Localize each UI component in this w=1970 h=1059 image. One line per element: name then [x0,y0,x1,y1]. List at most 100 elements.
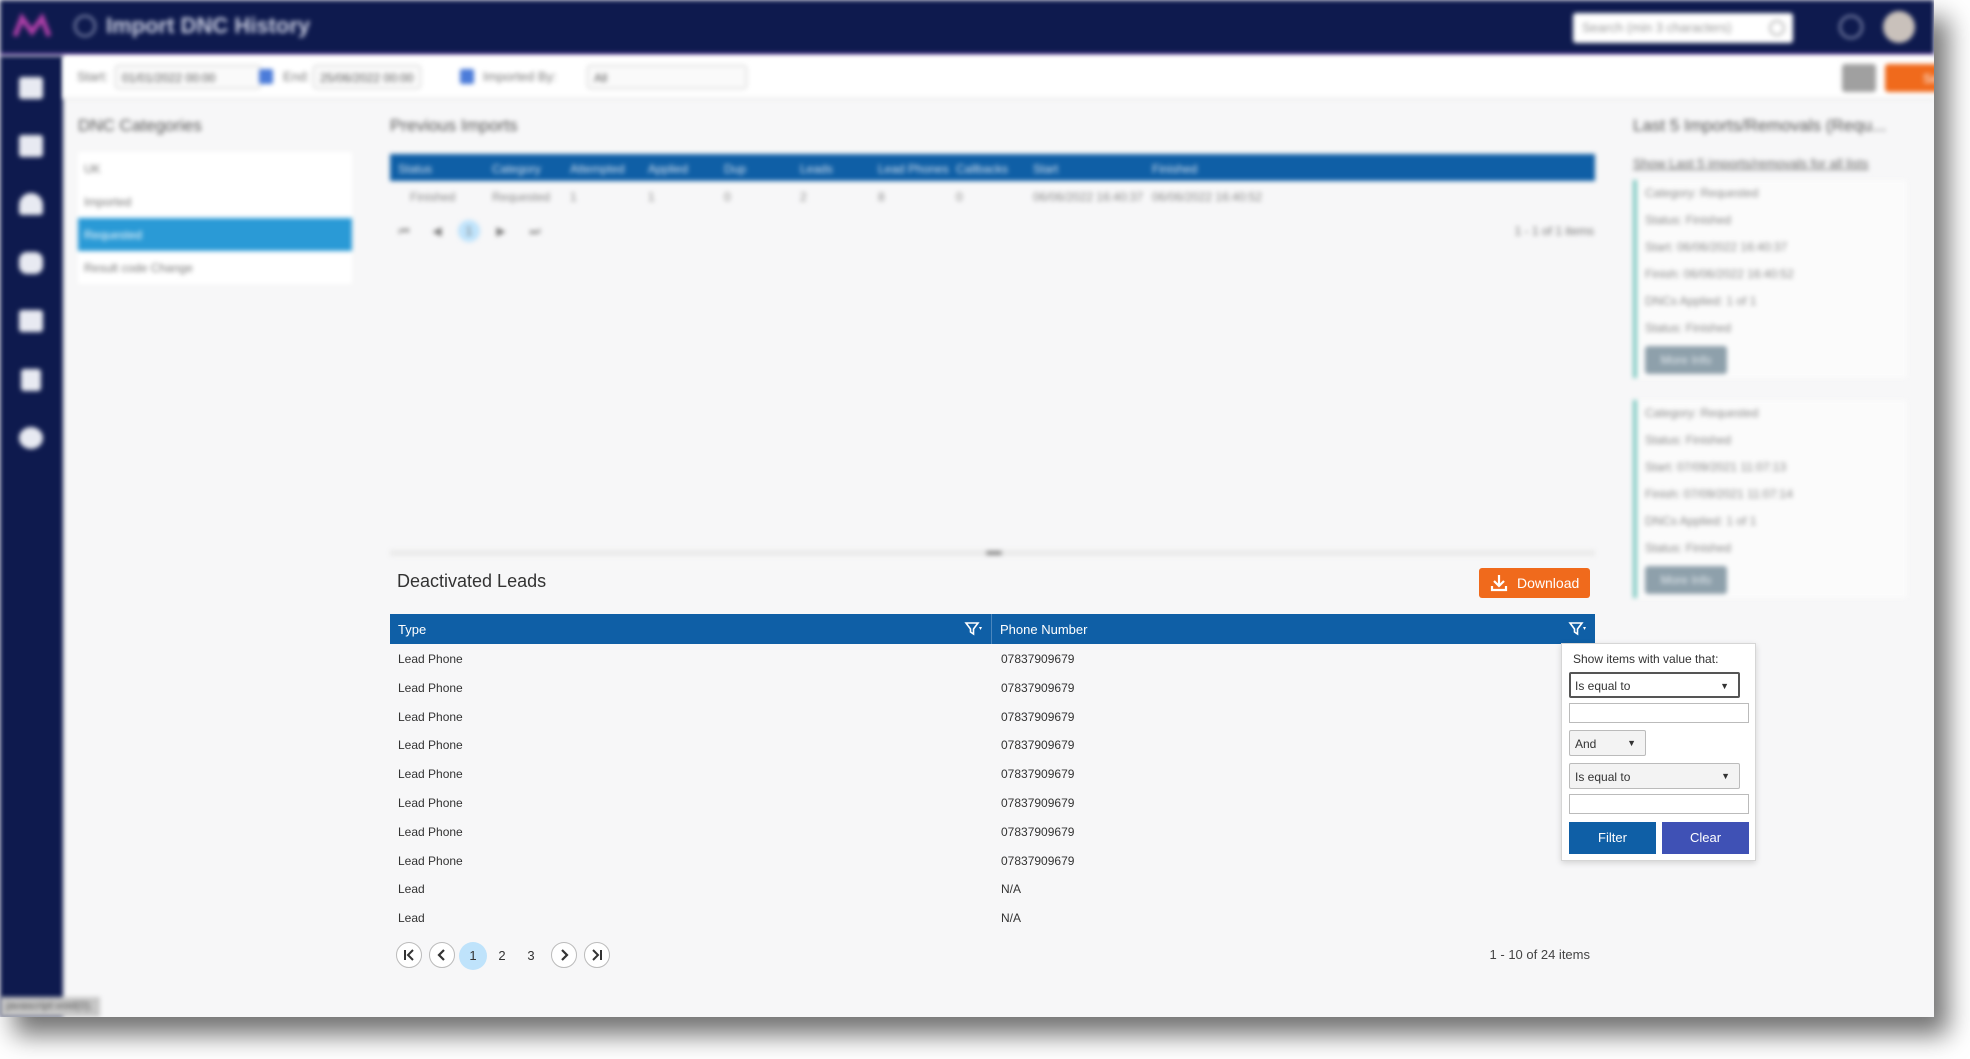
calendar-icon[interactable] [460,69,474,84]
card-line: Status: Finished [1645,213,1732,227]
column-header[interactable]: Leads [800,162,833,176]
page-1[interactable]: 1 [459,942,487,970]
column-header[interactable]: Lead Phones [878,162,949,176]
prev-page-button[interactable] [429,942,455,968]
splitter-handle[interactable] [390,550,1595,556]
clear-button[interactable]: Clear [1662,822,1749,854]
search-icon[interactable] [1769,20,1785,36]
global-search-input[interactable]: Search (min 3 characters) [1573,13,1793,43]
type-cell: Lead Phone [398,680,463,695]
logic-select[interactable]: And ▼ [1569,730,1646,756]
next-page-icon[interactable]: ▶ [490,220,512,242]
table-cell: 1 [570,190,577,204]
phone-number-cell: 07837909679 [1001,796,1075,810]
table-row[interactable]: Lead Phone 07837909679 [390,731,1595,760]
page-2[interactable]: 2 [488,942,516,970]
chevron-left-icon [437,949,445,961]
dashboard-icon[interactable] [19,193,43,215]
column-header[interactable]: Category [492,162,541,176]
phone-number-cell: 07837909679 [1001,652,1075,666]
operator-select-2[interactable]: Is equal to ▼ [1569,763,1740,789]
import-card: Category: Requested Status: Finished Start… [1633,180,1907,378]
items-info: 1 - 1 of 1 items [1514,224,1594,238]
imported-by-select[interactable]: All [587,65,747,89]
show-all-link[interactable]: Show Last 5 imports/removals for all lis… [1633,156,1869,171]
prev-page-icon[interactable]: ◀ [426,220,448,242]
phone-number-cell: N/A [1001,882,1022,897]
table-row[interactable]: Lead Phone 07837909679 [390,789,1595,818]
table-cell: Finished [410,190,456,204]
filter-icon[interactable] [1568,621,1588,637]
calendar-icon[interactable] [259,69,273,84]
first-page-button[interactable] [396,942,422,968]
column-header[interactable]: Callbacks [956,162,1008,176]
logic-value: And [1575,737,1597,751]
card-line: Category: Requested [1645,406,1759,420]
top-nav-bar: Import DNC History Search (min 3 charact… [0,0,1934,56]
next-page-button[interactable] [551,942,577,968]
home-icon[interactable] [19,77,43,99]
column-header-type[interactable]: Type [390,614,992,644]
filter-bar: Start: 01/01/2022 00:00 End: 25/06/2022 … [63,56,1934,99]
page-3[interactable]: 3 [517,942,545,970]
first-page-icon[interactable]: ⏮ [393,220,415,242]
operator-value: Is equal to [1575,770,1631,784]
type-cell: Lead Phone [398,824,463,839]
filter-value-input-2[interactable] [1569,794,1749,814]
end-date-input[interactable]: 25/06/2022 00:00 [313,65,421,89]
page-number[interactable]: 1 [458,220,480,242]
table-row[interactable]: Lead Phone 07837909679 [390,818,1595,847]
column-header[interactable]: Applied [648,162,688,176]
type-cell: Lead [398,882,425,897]
filter-icon[interactable] [964,621,984,637]
previous-imports-header: Status Category Attempted Applied Dup Leads Le… [390,154,1595,181]
end-label: End: [283,69,310,84]
column-header[interactable]: Attempted [570,162,625,176]
grid-icon[interactable] [19,135,43,157]
type-cell: Lead Phone [398,767,463,782]
filter-value-input-1[interactable] [1569,703,1749,723]
avatar[interactable] [1883,11,1915,43]
inbox-icon[interactable] [19,310,43,332]
imported-by-label: Imported By: [483,69,557,84]
dropdown-arrow-icon: ▼ [1721,771,1730,781]
fullscreen-button[interactable] [1842,64,1876,92]
card-line: Finish: 06/06/2022 16:40:52 [1645,267,1794,281]
category-item[interactable]: Requested [78,218,352,251]
category-item[interactable]: Result code Change [78,251,352,284]
more-info-button[interactable]: More Info [1645,566,1727,594]
column-header[interactable]: Start [1033,162,1058,176]
phone-number-cell: 07837909679 [1001,738,1075,753]
search-button[interactable]: Search [1885,64,1934,92]
download-button[interactable]: Download [1479,568,1590,598]
category-list: UK Imported Requested Result code Change [78,152,352,284]
brand-logo-icon [12,12,52,37]
card-line: Start: 07/09/2021 11:07:13 [1645,460,1787,474]
table-row[interactable]: Lead N/A [390,904,1595,933]
last-page-icon[interactable]: ⏭ [524,220,546,242]
last-page-button[interactable] [584,942,610,968]
table-row[interactable]: Lead Phone 07837909679 [390,674,1595,703]
column-header[interactable]: Status [398,162,432,176]
table-row[interactable]: Lead Phone 07837909679 [390,847,1595,876]
table-row[interactable]: Lead Phone 07837909679 [390,645,1595,674]
table-row[interactable]: Lead N/A [390,875,1595,904]
column-header[interactable]: Finished [1152,162,1197,176]
help-icon[interactable] [1839,15,1863,39]
database-icon[interactable] [19,252,43,274]
settings-icon[interactable] [19,427,43,449]
table-row[interactable]: Lead Phone 07837909679 [390,703,1595,732]
more-info-button[interactable]: More Info [1645,346,1727,374]
column-header-phone-number[interactable]: Phone Number [992,614,1595,644]
column-header[interactable]: Dup [724,162,746,176]
filter-heading: Show items with value that: [1573,652,1719,666]
operator-select-1[interactable]: Is equal to ▼ [1569,672,1740,698]
document-icon[interactable] [21,369,41,391]
table-cell: 0 [724,190,731,204]
category-item[interactable]: Imported [78,185,352,218]
table-row[interactable]: Lead Phone 07837909679 [390,760,1595,789]
type-cell: Lead Phone [398,853,463,868]
start-date-input[interactable]: 01/01/2022 00:00 [115,65,261,89]
category-item[interactable]: UK [78,152,352,185]
filter-button[interactable]: Filter [1569,822,1656,854]
